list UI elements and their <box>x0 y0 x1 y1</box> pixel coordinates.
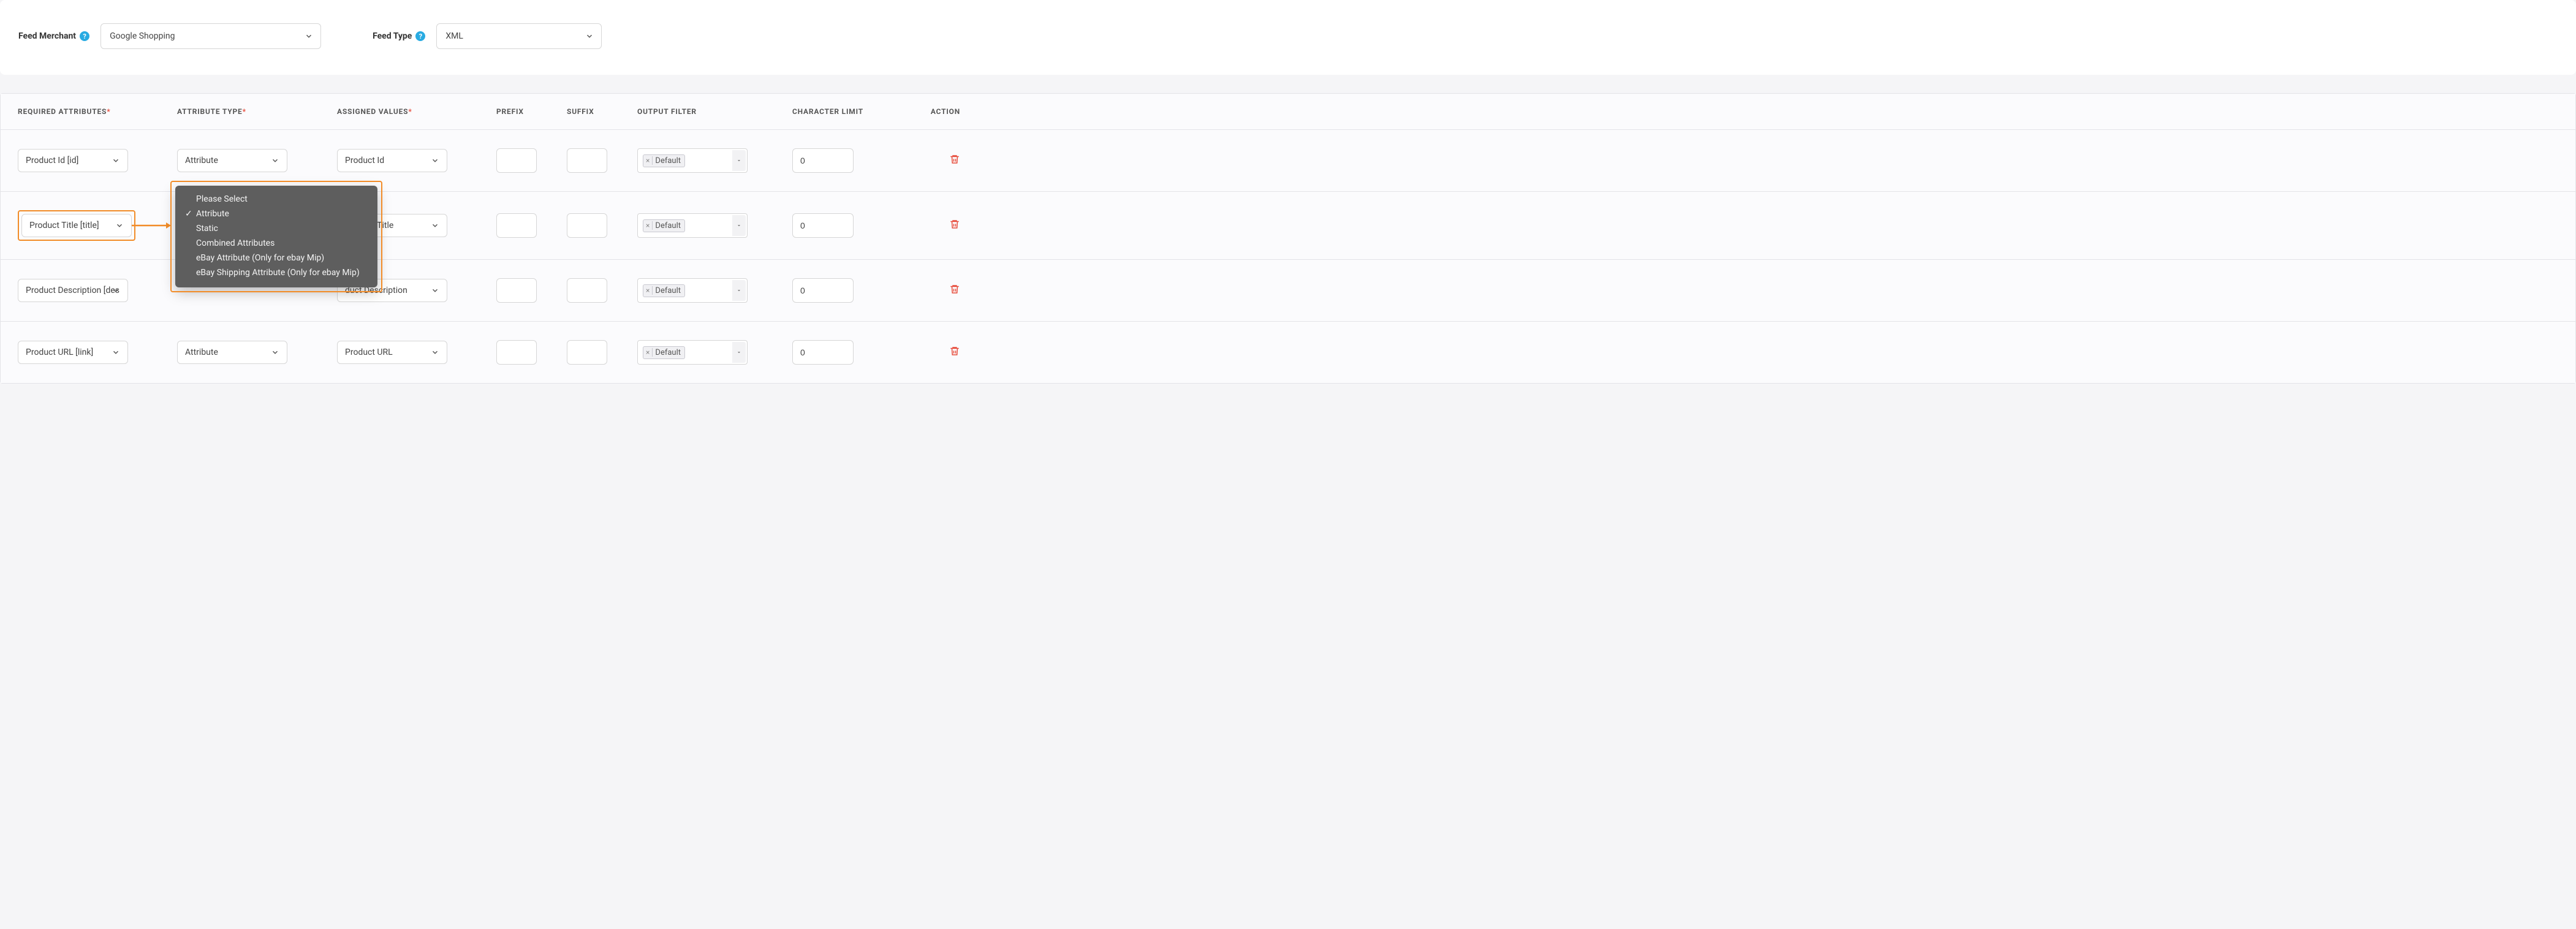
feed-merchant-group: Feed Merchant? Google Shopping <box>18 23 321 49</box>
col-charlimit: CHARACTER LIMIT <box>792 107 912 116</box>
feed-type-select[interactable]: XML <box>436 23 602 49</box>
chevron-down-icon <box>115 221 124 230</box>
chevron-down-icon <box>732 215 746 236</box>
charlimit-input[interactable] <box>792 148 854 173</box>
delete-button[interactable] <box>949 154 960 167</box>
dropdown-item[interactable]: Static <box>184 221 366 236</box>
prefix-input[interactable] <box>496 148 537 173</box>
prefix-input[interactable] <box>496 213 537 238</box>
table-row: Product Title [title] Attribute Product … <box>1 192 2575 260</box>
table-header-row: REQUIRED ATTRIBUTES* ATTRIBUTE TYPE* ASS… <box>1 94 2575 130</box>
output-filter-select[interactable]: ×Default <box>637 148 748 173</box>
chip-remove-icon[interactable]: × <box>646 156 653 165</box>
suffix-input[interactable] <box>567 278 607 303</box>
feed-type-group: Feed Type? XML <box>373 23 602 49</box>
col-assigned: ASSIGNED VALUES* <box>337 107 496 116</box>
dropdown-item[interactable]: Combined Attributes <box>184 236 366 251</box>
required-attribute-value: Product URL [link] <box>26 347 93 357</box>
chevron-down-icon <box>112 348 120 357</box>
chevron-down-icon <box>305 32 313 40</box>
col-attrtype: ATTRIBUTE TYPE* <box>177 107 337 116</box>
col-required: REQUIRED ATTRIBUTES* <box>18 107 177 116</box>
output-filter-select[interactable]: ×Default <box>637 340 748 365</box>
col-prefix: PREFIX <box>496 107 567 116</box>
chevron-down-icon <box>431 286 439 295</box>
feed-merchant-select[interactable]: Google Shopping <box>100 23 321 49</box>
attribute-type-value: Attribute <box>185 347 218 357</box>
required-attribute-value: Product Title [title] <box>29 221 99 230</box>
filter-chip[interactable]: ×Default <box>643 219 685 232</box>
chip-remove-icon[interactable]: × <box>646 348 653 357</box>
chevron-down-icon <box>431 221 439 230</box>
required-attribute-select[interactable]: Product URL [link] <box>18 341 128 364</box>
chip-remove-icon[interactable]: × <box>646 286 653 295</box>
delete-button[interactable] <box>949 219 960 232</box>
output-filter-select[interactable]: ×Default <box>637 278 748 303</box>
required-attribute-value: Product Id [id] <box>26 156 78 165</box>
feed-merchant-label: Feed Merchant? <box>18 31 89 42</box>
annotation-arrow <box>132 221 172 230</box>
feed-config-panel: Feed Merchant? Google Shopping Feed Type… <box>0 0 2576 75</box>
dropdown-item[interactable]: Attribute <box>184 207 366 221</box>
table-row: Product URL [link] Attribute Product URL… <box>1 322 2575 383</box>
chevron-down-icon <box>271 348 279 357</box>
required-attribute-select[interactable]: Product Description [des <box>18 279 128 302</box>
filter-chip[interactable]: ×Default <box>643 346 685 359</box>
chevron-down-icon <box>732 342 746 363</box>
filter-chip[interactable]: ×Default <box>643 284 685 297</box>
output-filter-select[interactable]: ×Default <box>637 213 748 238</box>
charlimit-input[interactable] <box>792 340 854 365</box>
table-row: Product Description [des Attribute duct … <box>1 260 2575 322</box>
required-attribute-select[interactable]: Product Title [title] <box>21 214 132 237</box>
charlimit-input[interactable] <box>792 213 854 238</box>
chevron-down-icon <box>585 32 594 40</box>
feed-type-value: XML <box>445 31 463 41</box>
attribute-type-select[interactable]: Attribute <box>177 341 287 364</box>
dropdown-item[interactable]: eBay Attribute (Only for ebay Mip) <box>184 251 366 265</box>
col-action: ACTION <box>912 107 960 116</box>
attribute-type-dropdown[interactable]: Please Select Attribute Static Combined … <box>175 186 377 287</box>
chip-remove-icon[interactable]: × <box>646 221 653 230</box>
chevron-down-icon <box>112 156 120 165</box>
attribute-type-select[interactable]: Attribute <box>177 149 287 172</box>
col-suffix: SUFFIX <box>567 107 637 116</box>
chevron-down-icon <box>732 280 746 301</box>
assigned-value: Product Id <box>345 156 384 165</box>
required-attribute-value: Product Description [des <box>26 286 119 295</box>
chevron-down-icon <box>271 156 279 165</box>
help-icon[interactable]: ? <box>415 31 425 41</box>
prefix-input[interactable] <box>496 278 537 303</box>
suffix-input[interactable] <box>567 340 607 365</box>
chevron-down-icon <box>431 156 439 165</box>
help-icon[interactable]: ? <box>80 31 89 41</box>
assigned-value-select[interactable]: Product URL <box>337 341 447 364</box>
attributes-table: REQUIRED ATTRIBUTES* ATTRIBUTE TYPE* ASS… <box>0 93 2576 384</box>
dropdown-item[interactable]: eBay Shipping Attribute (Only for ebay M… <box>184 265 366 280</box>
charlimit-input[interactable] <box>792 278 854 303</box>
assigned-value: Product URL <box>345 347 393 357</box>
feed-type-label: Feed Type? <box>373 31 425 42</box>
chevron-down-icon <box>732 150 746 171</box>
filter-chip[interactable]: ×Default <box>643 154 685 167</box>
dropdown-item[interactable]: Please Select <box>184 192 366 207</box>
prefix-input[interactable] <box>496 340 537 365</box>
assigned-value-select[interactable]: Product Id <box>337 149 447 172</box>
chevron-down-icon <box>112 286 120 295</box>
suffix-input[interactable] <box>567 213 607 238</box>
table-row: Product Id [id] Attribute Product Id ×De… <box>1 130 2575 192</box>
delete-button[interactable] <box>949 346 960 359</box>
required-attribute-select[interactable]: Product Id [id] <box>18 149 128 172</box>
col-output: OUTPUT FILTER <box>637 107 792 116</box>
suffix-input[interactable] <box>567 148 607 173</box>
delete-button[interactable] <box>949 284 960 297</box>
feed-merchant-value: Google Shopping <box>110 31 175 41</box>
chevron-down-icon <box>431 348 439 357</box>
attribute-type-value: Attribute <box>185 156 218 165</box>
